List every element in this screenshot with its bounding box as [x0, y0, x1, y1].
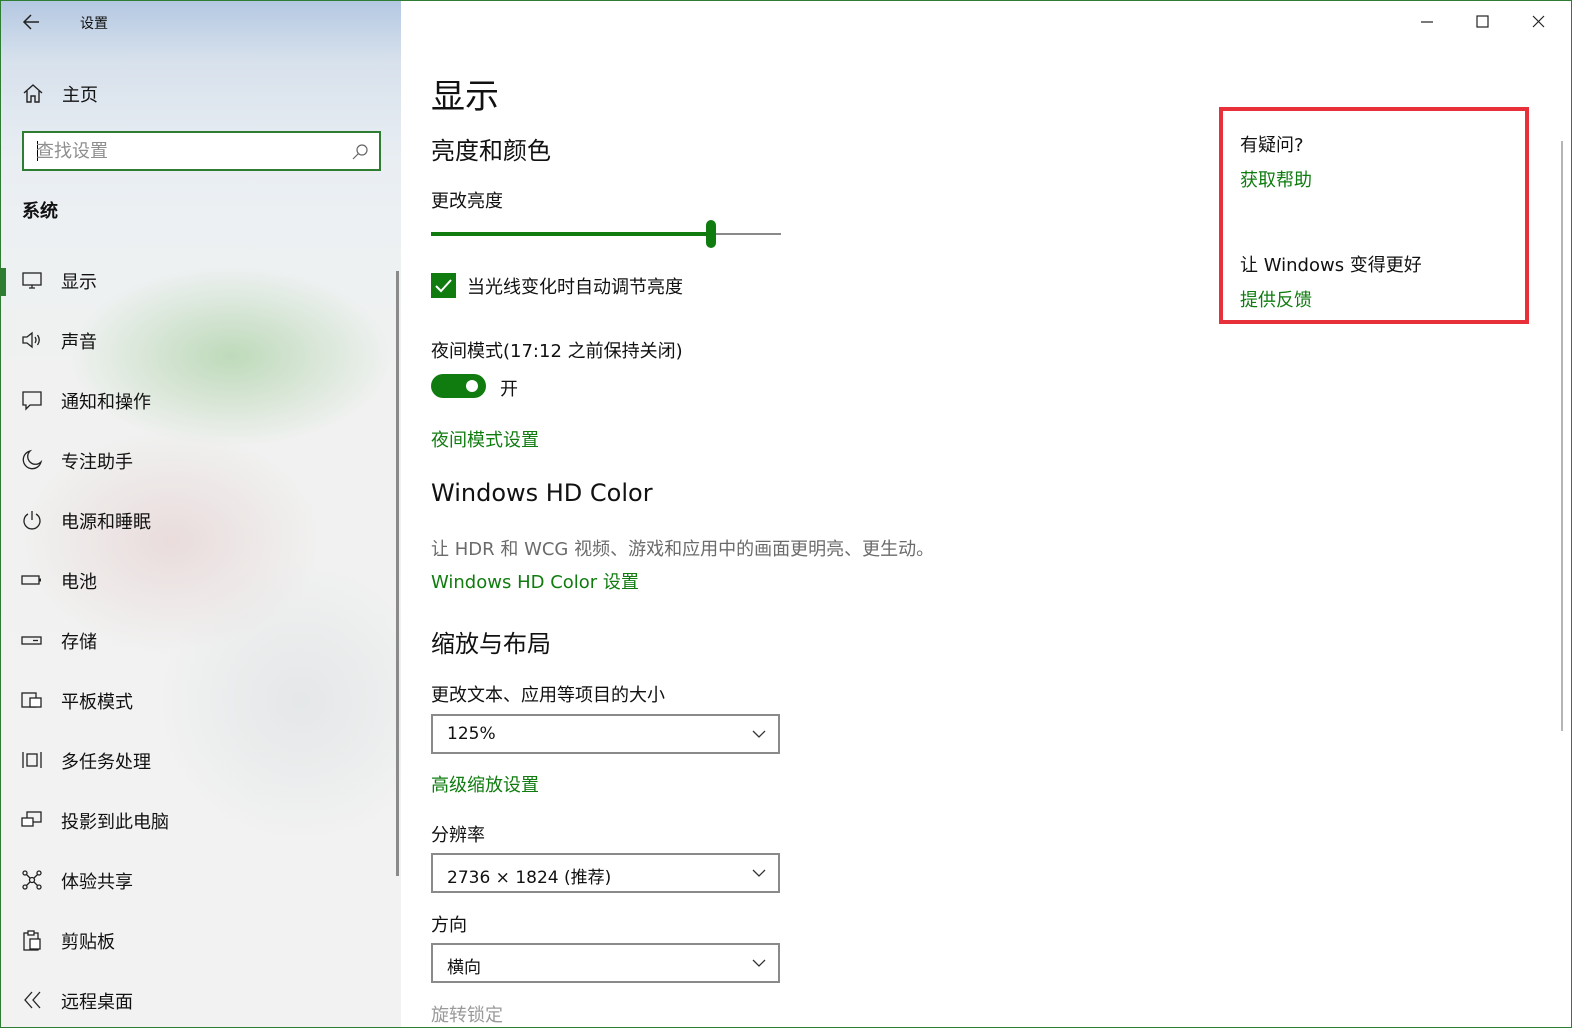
- app-title: 设置: [80, 16, 108, 32]
- sidebar-item-tablet-mode[interactable]: 平板模式: [1, 679, 396, 723]
- moon-icon: [22, 449, 43, 470]
- sidebar-item-battery[interactable]: 电池: [1, 559, 396, 603]
- help-question: 有疑问?: [1240, 135, 1304, 156]
- back-arrow-icon[interactable]: [19, 9, 47, 35]
- rotation-lock-label: 旋转锁定: [431, 1005, 503, 1026]
- feedback-link[interactable]: 提供反馈: [1240, 286, 1312, 312]
- sidebar-item-label: 专注助手: [61, 452, 133, 473]
- sidebar-item-remote-desktop[interactable]: 远程桌面: [1, 979, 396, 1023]
- sidebar-item-label: 通知和操作: [61, 392, 151, 413]
- resolution-dropdown[interactable]: 2736 × 1824 (推荐): [431, 853, 780, 893]
- night-light-state: 开: [500, 379, 518, 400]
- sidebar-item-clipboard[interactable]: 剪贴板: [1, 919, 396, 963]
- sidebar-item-project[interactable]: 投影到此电脑: [1, 799, 396, 843]
- sidebar-item-label: 剪贴板: [61, 932, 115, 953]
- chevron-down-icon: [752, 730, 766, 738]
- hdr-description: 让 HDR 和 WCG 视频、游戏和应用中的画面更明亮、更生动。: [431, 539, 935, 560]
- orientation-label: 方向: [431, 915, 467, 936]
- sidebar-item-shared-experiences[interactable]: 体验共享: [1, 859, 396, 903]
- maximize-icon[interactable]: [1462, 9, 1502, 35]
- sidebar-item-label: 体验共享: [61, 872, 133, 893]
- speaker-icon: [22, 331, 40, 349]
- improve-windows-label: 让 Windows 变得更好: [1240, 255, 1422, 276]
- brightness-slider[interactable]: [431, 219, 781, 249]
- night-light-settings-link[interactable]: 夜间模式设置: [431, 426, 539, 452]
- sidebar-item-label: 投影到此电脑: [61, 812, 169, 833]
- sidebar-item-sound[interactable]: 声音: [1, 319, 396, 363]
- section-title: 系统: [22, 201, 58, 222]
- close-icon[interactable]: [1518, 9, 1558, 35]
- sidebar-scrollbar[interactable]: [396, 271, 399, 876]
- chevron-down-icon: [752, 869, 766, 877]
- sidebar-item-label: 显示: [61, 272, 97, 293]
- checkmark-icon: [435, 279, 452, 293]
- main-scrollbar[interactable]: [1561, 141, 1563, 731]
- auto-brightness-checkbox[interactable]: [431, 273, 456, 298]
- sidebar-item-notifications[interactable]: 通知和操作: [1, 379, 396, 423]
- brightness-heading: 亮度和颜色: [431, 137, 551, 165]
- page-title: 显示: [431, 77, 499, 117]
- resolution-value: 2736 × 1824 (推荐): [447, 868, 612, 888]
- get-help-link[interactable]: 获取帮助: [1240, 166, 1312, 192]
- clipboard-icon: [23, 930, 41, 951]
- selected-indicator: [1, 268, 6, 296]
- home-link[interactable]: 主页: [21, 79, 321, 109]
- sidebar-item-label: 多任务处理: [61, 752, 151, 773]
- sidebar: 设置 主页 系统 显示: [1, 1, 401, 1027]
- notification-icon: [22, 391, 42, 411]
- sidebar-item-label: 平板模式: [61, 692, 133, 713]
- chevron-down-icon: [752, 959, 766, 967]
- remote-desktop-icon: [24, 991, 41, 1009]
- search-box[interactable]: [22, 131, 381, 171]
- sidebar-item-focus-assist[interactable]: 专注助手: [1, 439, 396, 483]
- scale-layout-heading: 缩放与布局: [431, 630, 551, 658]
- share-icon: [22, 870, 42, 890]
- brightness-label: 更改亮度: [431, 191, 503, 212]
- search-input[interactable]: [36, 139, 336, 163]
- orientation-value: 横向: [447, 958, 481, 978]
- hdr-heading: Windows HD Color: [431, 479, 653, 507]
- night-light-label: 夜间模式(17:12 之前保持关闭): [431, 341, 683, 362]
- slider-thumb[interactable]: [706, 220, 716, 248]
- battery-icon: [21, 575, 41, 585]
- sidebar-item-label: 远程桌面: [61, 992, 133, 1013]
- scale-value: 125%: [447, 724, 496, 744]
- advanced-scaling-link[interactable]: 高级缩放设置: [431, 771, 539, 797]
- multitasking-icon: [22, 752, 42, 768]
- help-panel: 有疑问? 获取帮助 让 Windows 变得更好 提供反馈: [1219, 107, 1529, 324]
- minimize-icon[interactable]: [1407, 9, 1447, 35]
- scale-label: 更改文本、应用等项目的大小: [431, 685, 665, 706]
- home-label: 主页: [62, 85, 98, 106]
- storage-icon: [21, 636, 42, 645]
- toggle-knob: [466, 380, 478, 392]
- sidebar-item-power-sleep[interactable]: 电源和睡眠: [1, 499, 396, 543]
- sidebar-item-label: 存储: [61, 632, 97, 653]
- power-icon: [23, 511, 41, 530]
- search-icon[interactable]: [351, 143, 369, 161]
- scale-dropdown[interactable]: 125%: [431, 714, 780, 754]
- sidebar-item-storage[interactable]: 存储: [1, 619, 396, 663]
- project-icon: [21, 811, 42, 827]
- slider-fill: [431, 232, 711, 236]
- settings-window: 设置 主页 系统 显示: [0, 0, 1572, 1028]
- sidebar-item-label: 电池: [61, 572, 97, 593]
- resolution-label: 分辨率: [431, 825, 485, 846]
- monitor-icon: [22, 272, 42, 289]
- sidebar-item-label: 声音: [61, 332, 97, 353]
- hdr-settings-link[interactable]: Windows HD Color 设置: [431, 568, 639, 594]
- tablet-mode-icon: [21, 692, 42, 708]
- orientation-dropdown[interactable]: 横向: [431, 943, 780, 983]
- home-icon: [23, 84, 43, 103]
- sidebar-item-multitasking[interactable]: 多任务处理: [1, 739, 396, 783]
- sidebar-item-display[interactable]: 显示: [1, 259, 396, 303]
- sidebar-item-label: 电源和睡眠: [61, 512, 151, 533]
- night-light-toggle[interactable]: [431, 374, 486, 398]
- auto-brightness-label: 当光线变化时自动调节亮度: [467, 277, 683, 298]
